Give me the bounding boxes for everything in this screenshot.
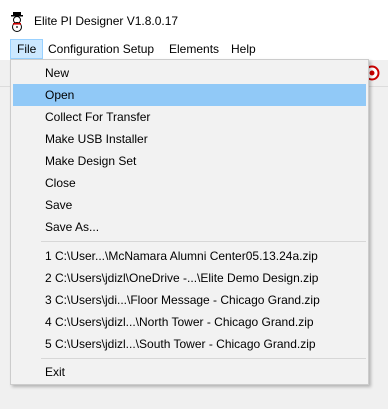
recent-file-5[interactable]: 5 C:\Users\jdizl...\South Tower - Chicag… xyxy=(13,333,366,355)
menu-item-save[interactable]: Save xyxy=(13,194,366,216)
menu-item-close[interactable]: Close xyxy=(13,172,366,194)
recent-file-1[interactable]: 1 C:\User...\McNamara Alumni Center05.13… xyxy=(13,245,366,267)
menu-elements[interactable]: Elements xyxy=(163,39,225,59)
menu-bar: File Configuration Setup Elements Help xyxy=(0,38,388,60)
status-strip xyxy=(0,386,388,409)
recent-file-2[interactable]: 2 C:\Users\jdizl\OneDrive -...\Elite Dem… xyxy=(13,267,366,289)
menu-item-make-design-set[interactable]: Make Design Set xyxy=(13,150,366,172)
recent-file-3[interactable]: 3 C:\Users\jdi...\Floor Message - Chicag… xyxy=(13,289,366,311)
menu-configuration-setup[interactable]: Configuration Setup xyxy=(42,39,160,59)
menu-item-new[interactable]: New xyxy=(13,62,366,84)
menu-item-open[interactable]: Open xyxy=(13,84,366,106)
menu-help[interactable]: Help xyxy=(225,39,262,59)
menu-item-save-as[interactable]: Save As... xyxy=(13,216,366,238)
menu-item-collect-for-transfer[interactable]: Collect For Transfer xyxy=(13,106,366,128)
menu-separator xyxy=(41,241,366,242)
title-bar: Elite PI Designer V1.8.0.17 xyxy=(0,0,388,38)
file-menu-dropdown: New Open Collect For Transfer Make USB I… xyxy=(10,59,369,385)
menu-item-exit[interactable]: Exit xyxy=(13,361,366,383)
recent-file-4[interactable]: 4 C:\Users\jdizl...\North Tower - Chicag… xyxy=(13,311,366,333)
window-title: Elite PI Designer V1.8.0.17 xyxy=(34,14,179,28)
menu-separator xyxy=(41,358,366,359)
menu-item-make-usb-installer[interactable]: Make USB Installer xyxy=(13,128,366,150)
menu-file[interactable]: File xyxy=(10,39,44,59)
snowman-app-icon xyxy=(11,12,23,32)
